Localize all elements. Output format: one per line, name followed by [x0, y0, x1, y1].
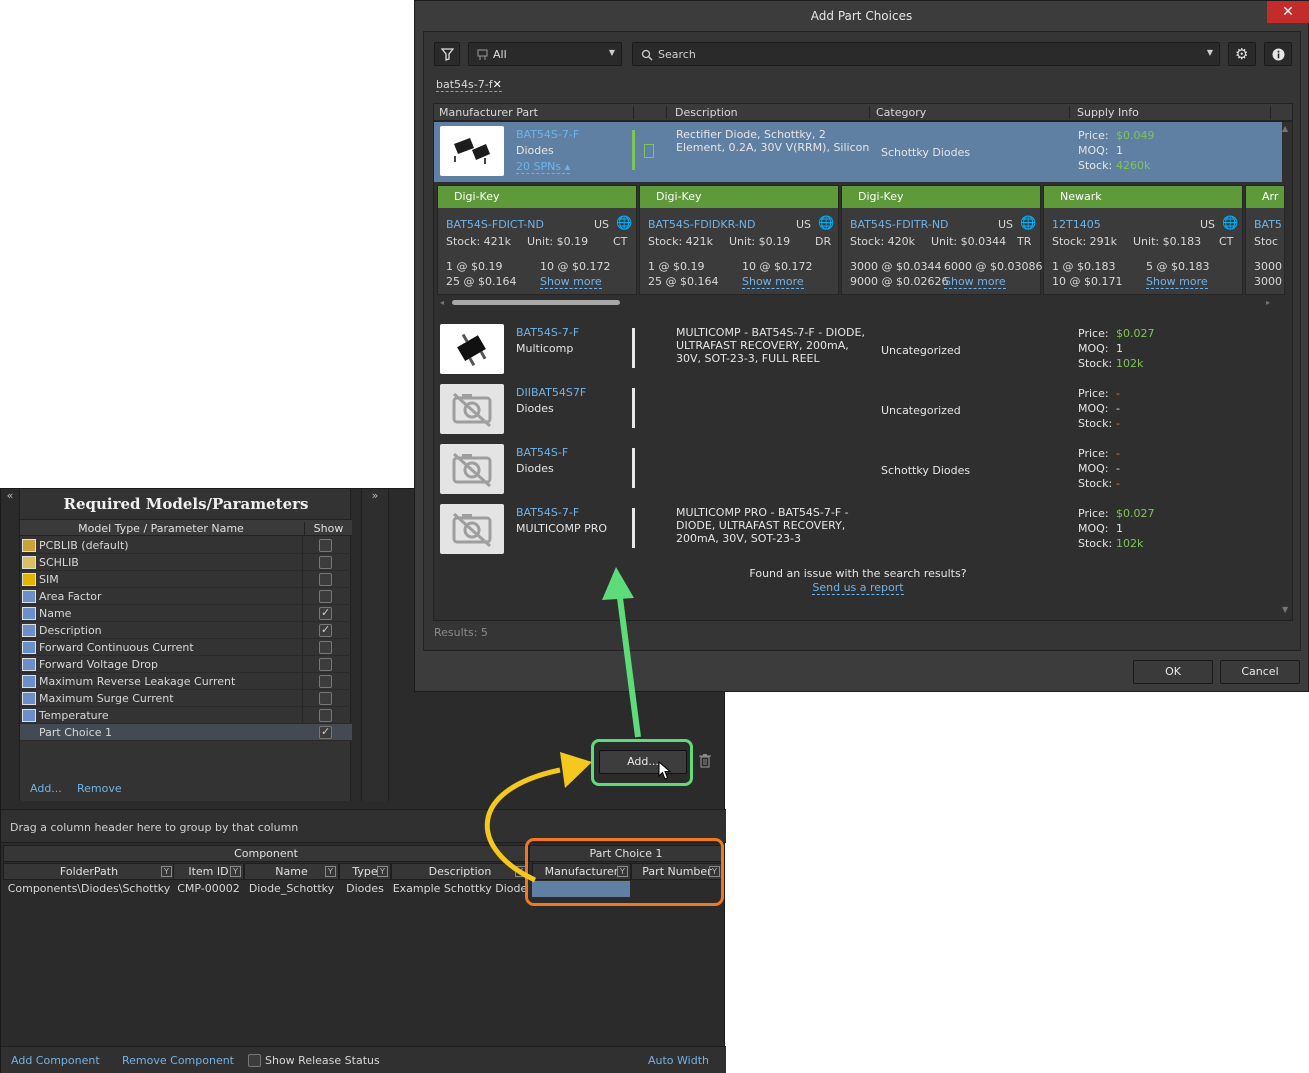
- arrow-right-icon: [560, 752, 592, 788]
- arrow-up-icon: [602, 567, 634, 600]
- annotation-arrows: [484, 567, 641, 883]
